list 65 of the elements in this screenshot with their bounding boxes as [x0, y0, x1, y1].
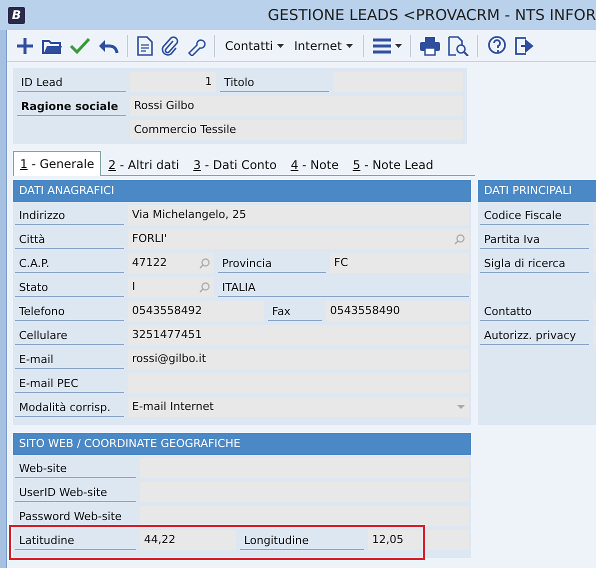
field-label: UserID Web-site — [15, 482, 136, 502]
input-field[interactable]: FC — [330, 253, 469, 273]
input-field[interactable]: FORLI' — [128, 229, 469, 249]
input-field[interactable]: 3251477451 — [128, 325, 469, 345]
field-label: Ragione sociale — [17, 96, 126, 116]
tab[interactable]: 4 - Note — [284, 153, 346, 175]
tab[interactable]: 2 - Altri dati — [101, 153, 186, 175]
input-field[interactable]: 47122 — [128, 253, 214, 273]
input-field[interactable]: 0543558492 — [128, 301, 264, 321]
field-label: Modalità corrisp. — [15, 397, 124, 417]
field-label: Telefono — [15, 301, 124, 321]
field-label: E-mail — [15, 349, 124, 369]
print-preview-icon[interactable] — [446, 36, 469, 56]
section-header: SITO WEB / COORDINATE GEOGRAFICHE — [13, 433, 471, 455]
input-field[interactable]: 1 — [130, 72, 216, 92]
input-field[interactable]: rossi@gilbo.it — [128, 349, 469, 369]
field-label: ID Lead — [17, 72, 126, 92]
menu-button[interactable]: Contatti — [223, 38, 286, 52]
input-field[interactable] — [140, 506, 469, 526]
field-label: Codice Fiscale — [480, 205, 589, 225]
field-label: Autorizz. privacy — [480, 325, 589, 345]
field-label: Fax — [268, 301, 322, 321]
menu-button[interactable]: Internet — [292, 38, 355, 52]
field-label: Titolo — [220, 72, 329, 92]
field-label: Latitudine — [15, 530, 136, 550]
tab[interactable]: 5 - Note Lead — [346, 153, 440, 175]
field-label: Longitudine — [240, 530, 364, 550]
input-field[interactable]: 0543558490 — [326, 301, 469, 321]
paperclip-icon[interactable] — [160, 36, 180, 56]
field-label: Password Web-site — [15, 506, 136, 526]
field-label: Partita Iva — [480, 229, 589, 249]
window-title: GESTIONE LEADS <PROVACRM - NTS INFOR — [268, 6, 596, 24]
field-label: E-mail PEC — [15, 373, 124, 393]
caret-icon — [277, 44, 284, 48]
field-label: C.A.P. — [15, 253, 124, 273]
input-field[interactable]: 12,05 — [368, 530, 424, 550]
field-label: Cellulare — [15, 325, 124, 345]
field-label: Indirizzo — [15, 205, 124, 225]
app-logo: B — [8, 6, 25, 24]
input-field[interactable]: 44,22 — [140, 530, 236, 550]
input-field[interactable]: Commercio Tessile — [130, 120, 463, 140]
tab[interactable]: 1 - Generale — [13, 151, 102, 176]
caret-icon — [346, 44, 353, 48]
exit-icon[interactable] — [514, 36, 534, 56]
field-label: Sigla di ricerca — [480, 253, 589, 273]
field-label: Contatto — [480, 301, 589, 321]
caret-icon — [394, 44, 402, 48]
input-field[interactable]: Via Michelangelo, 25 — [128, 205, 469, 225]
description-text: ITALIA — [218, 277, 469, 297]
section-header: DATI ANAGRAFICI — [13, 180, 471, 202]
field-label: Stato — [15, 277, 124, 297]
help-icon[interactable] — [486, 36, 508, 56]
document-icon[interactable] — [136, 36, 154, 56]
field-label: Web-site — [15, 458, 136, 478]
input-field[interactable]: Rossi Gilbo — [130, 96, 463, 116]
tab[interactable]: 3 - Dati Conto — [186, 153, 284, 175]
plus-icon[interactable] — [15, 36, 35, 56]
dropdown-field[interactable]: E-mail Internet — [128, 397, 469, 417]
menu-icon[interactable] — [372, 36, 392, 54]
field-label: Città — [15, 229, 124, 249]
checkmark-icon[interactable] — [69, 36, 91, 56]
section-header: DATI PRINCIPALI — [478, 180, 596, 202]
input-field[interactable]: I — [128, 277, 214, 297]
field-label: Provincia — [218, 253, 326, 273]
printer-icon[interactable] — [418, 36, 441, 56]
